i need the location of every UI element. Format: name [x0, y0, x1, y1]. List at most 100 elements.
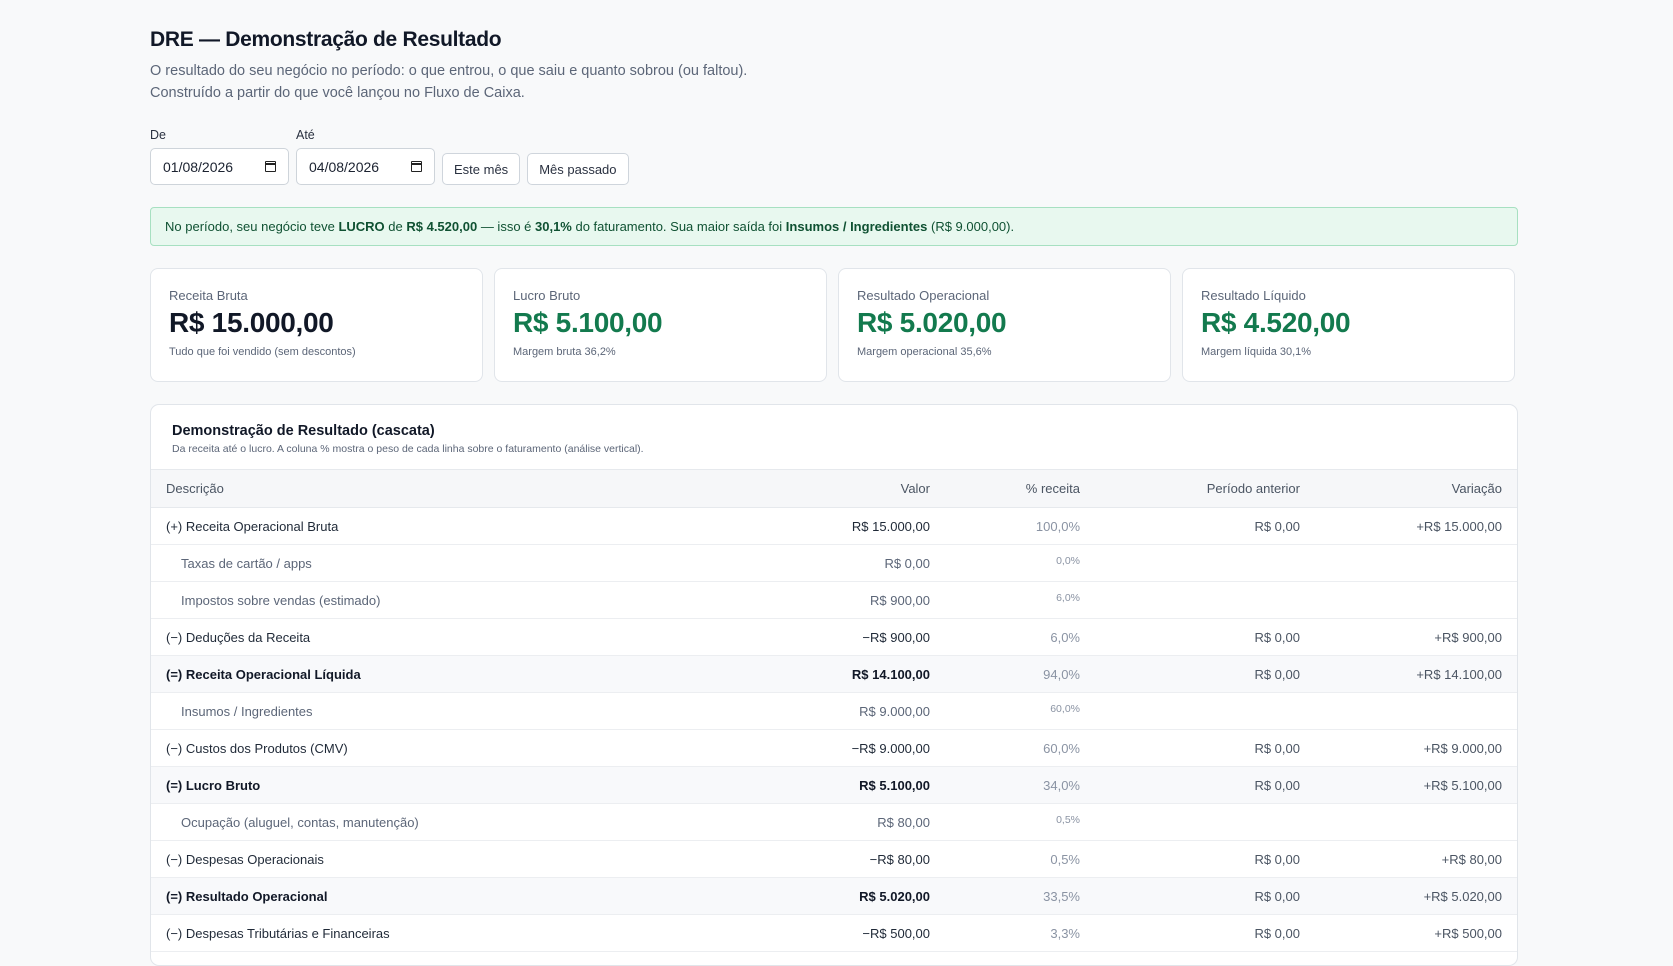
row-value: R$ 900,00 — [870, 592, 930, 608]
alert-text: — isso é — [477, 219, 535, 234]
row-variation: +R$ 80,00 — [1441, 851, 1502, 867]
row-value: R$ 15.000,00 — [851, 518, 930, 534]
row-percent: 60,0% — [1050, 703, 1080, 715]
row-description: (=) Receita Operacional Líquida — [166, 666, 361, 682]
alert-text: de — [384, 219, 407, 234]
table-row: (=) Lucro Bruto R$ 5.100,00 34,0% R$ 0,0… — [151, 766, 1517, 804]
row-previous — [1095, 545, 1315, 582]
row-description: Taxas de cartão / apps — [181, 555, 312, 571]
kpi-note: Margem líquida 30,1% — [1201, 346, 1312, 358]
row-value: R$ 5.100,00 — [859, 777, 930, 793]
row-previous: R$ 0,00 — [1254, 629, 1300, 645]
row-variation — [1315, 545, 1517, 582]
page-subtitle: O resultado do seu negócio no período: o… — [150, 63, 748, 101]
table-row: (=) Receita Operacional Líquida R$ 14.10… — [151, 655, 1517, 693]
kpi-label: Lucro Bruto — [513, 288, 581, 303]
table-row: Taxas de cartão / apps R$ 0,00 0,0% — [151, 545, 1517, 582]
row-value: −R$ 500,00 — [862, 925, 930, 941]
column-header-anterior: Período anterior — [1206, 481, 1300, 496]
row-previous — [1095, 693, 1315, 730]
column-header-variacao: Variação — [1451, 481, 1502, 496]
dre-table: Descrição Valor % receita Período anteri… — [151, 469, 1517, 952]
calendar-icon[interactable] — [411, 161, 422, 172]
row-value: −R$ 900,00 — [862, 629, 930, 645]
table-row: Insumos / Ingredientes R$ 9.000,00 60,0% — [151, 693, 1517, 730]
row-value: R$ 5.020,00 — [859, 888, 930, 904]
row-variation: +R$ 14.100,00 — [1416, 666, 1502, 682]
row-percent: 34,0% — [1043, 777, 1080, 793]
row-percent: 6,0% — [1050, 629, 1080, 645]
alert-text: (R$ 9.000,00). — [927, 219, 1015, 234]
panel-header: Demonstração de Resultado (cascata) Da r… — [151, 405, 1517, 469]
row-previous — [1095, 582, 1315, 619]
row-description: (−) Despesas Tributárias e Financeiras — [166, 925, 390, 941]
row-percent: 33,5% — [1043, 888, 1080, 904]
row-description: (+) Receita Operacional Bruta — [166, 518, 339, 534]
alert-text: do faturamento. Sua maior saída foi — [571, 219, 786, 234]
row-value: −R$ 9.000,00 — [851, 740, 930, 756]
row-value: R$ 0,00 — [884, 555, 930, 571]
row-description: (−) Deduções da Receita — [166, 629, 311, 645]
kpi-note: Tudo que foi vendido (sem descontos) — [169, 346, 356, 358]
from-date-label: De — [150, 128, 166, 142]
table-row: (−) Despesas Tributárias e Financeiras −… — [151, 915, 1517, 952]
alert-result-type: LUCRO — [338, 219, 385, 234]
kpi-value: R$ 4.520,00 — [1201, 307, 1351, 338]
kpi-card-receita-bruta: Receita Bruta R$ 15.000,00 Tudo que foi … — [150, 268, 483, 382]
table-header-row: Descrição Valor % receita Período anteri… — [151, 469, 1517, 508]
dre-page: DRE — Demonstração de Resultado O result… — [150, 28, 1518, 966]
kpi-note: Margem bruta 36,2% — [513, 346, 616, 358]
row-description: Insumos / Ingredientes — [181, 703, 313, 719]
row-value: R$ 80,00 — [877, 814, 930, 830]
row-value: R$ 9.000,00 — [859, 703, 930, 719]
row-variation: +R$ 15.000,00 — [1416, 518, 1502, 534]
kpi-note: Margem operacional 35,6% — [857, 346, 992, 358]
table-row: (−) Deduções da Receita −R$ 900,00 6,0% … — [151, 619, 1517, 656]
row-variation: +R$ 5.100,00 — [1423, 777, 1502, 793]
row-previous: R$ 0,00 — [1254, 851, 1300, 867]
row-previous: R$ 0,00 — [1254, 888, 1300, 904]
kpi-card-resultado-operacional: Resultado Operacional R$ 5.020,00 Margem… — [838, 268, 1171, 382]
kpi-cards: Receita Bruta R$ 15.000,00 Tudo que foi … — [150, 268, 1518, 382]
alert-top-expense: Insumos / Ingredientes — [785, 219, 928, 234]
row-variation: +R$ 900,00 — [1434, 629, 1502, 645]
row-percent: 94,0% — [1043, 666, 1080, 682]
row-variation: +R$ 500,00 — [1434, 925, 1502, 941]
alert-margin: 30,1% — [535, 219, 572, 234]
kpi-card-resultado-liquido: Resultado Líquido R$ 4.520,00 Margem líq… — [1182, 268, 1515, 382]
row-variation — [1315, 693, 1517, 730]
row-percent: 3,3% — [1050, 925, 1080, 941]
row-percent: 60,0% — [1043, 740, 1080, 756]
row-previous: R$ 0,00 — [1254, 777, 1300, 793]
column-header-percent: % receita — [1025, 481, 1080, 496]
row-value: −R$ 80,00 — [869, 851, 930, 867]
kpi-value: R$ 5.020,00 — [857, 307, 1007, 338]
calendar-icon[interactable] — [265, 161, 276, 172]
table-row: (+) Receita Operacional Bruta R$ 15.000,… — [151, 508, 1517, 545]
to-date-label: Até — [296, 128, 315, 142]
row-percent: 6,0% — [1056, 592, 1080, 604]
row-percent: 0,0% — [1056, 555, 1080, 567]
row-description: (−) Despesas Operacionais — [166, 851, 324, 867]
panel-subtitle: Da receita até o lucro. A coluna % mostr… — [172, 443, 644, 455]
row-percent: 100,0% — [1035, 518, 1080, 534]
summary-alert: No período, seu negócio teve LUCRO de R$… — [150, 207, 1518, 246]
row-variation: +R$ 9.000,00 — [1423, 740, 1502, 756]
row-previous: R$ 0,00 — [1254, 518, 1300, 534]
column-header-descricao: Descrição — [166, 481, 224, 496]
kpi-label: Resultado Líquido — [1201, 288, 1306, 303]
row-value: R$ 14.100,00 — [851, 666, 930, 682]
row-description: (=) Resultado Operacional — [166, 888, 328, 904]
dre-table-panel: Demonstração de Resultado (cascata) Da r… — [150, 404, 1518, 966]
last-month-button[interactable]: Mês passado — [527, 153, 629, 185]
from-date-input[interactable]: 01/08/2026 — [150, 148, 289, 185]
kpi-card-lucro-bruto: Lucro Bruto R$ 5.100,00 Margem bruta 36,… — [494, 268, 827, 382]
panel-title: Demonstração de Resultado (cascata) — [172, 423, 435, 439]
table-row: (−) Custos dos Produtos (CMV) −R$ 9.000,… — [151, 730, 1517, 767]
table-row: (−) Despesas Operacionais −R$ 80,00 0,5%… — [151, 841, 1517, 878]
to-date-input[interactable]: 04/08/2026 — [296, 148, 435, 185]
page-title: DRE — Demonstração de Resultado — [150, 28, 502, 51]
kpi-label: Resultado Operacional — [857, 288, 990, 303]
this-month-button[interactable]: Este mês — [442, 153, 521, 185]
row-previous: R$ 0,00 — [1254, 925, 1300, 941]
